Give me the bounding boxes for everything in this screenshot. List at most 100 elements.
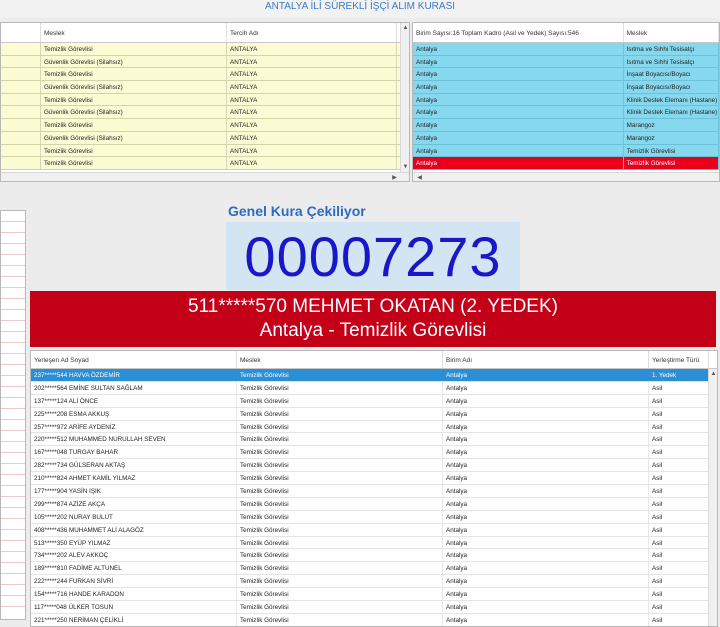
vertical-scrollbar[interactable]: ▲ ▼ (400, 23, 409, 172)
table-row[interactable]: 221*****250 NERİMAN ÇELİKLİ Temizlik Göre… (31, 613, 717, 626)
list-item[interactable] (1, 453, 25, 464)
table-row[interactable]: Güvenlik Görevlisi (Silahsız) ANTALYA (1, 55, 409, 69)
table-row[interactable]: 257*****972 ARİFE AYDENİZ Temizlik Görevl… (31, 420, 717, 434)
table-row[interactable]: 105*****202 NURAY BULUT Temizlik Görevlis… (31, 510, 717, 524)
list-item[interactable] (1, 288, 25, 299)
table-row[interactable]: 299*****874 AZİZE AKÇA Temizlik Görevlisi… (31, 497, 717, 511)
list-item[interactable] (1, 486, 25, 497)
header-meslek[interactable]: Meslek (624, 23, 719, 42)
scroll-up-icon[interactable]: ▲ (709, 371, 717, 377)
list-item[interactable] (1, 563, 25, 574)
header-yerlestirme-turu[interactable]: Yerleştirme Türü (649, 351, 709, 368)
table-row[interactable]: Antalya Isıtma ve Sıhhi Tesisatçı (413, 43, 719, 56)
header-meslek[interactable]: Meslek (237, 351, 443, 368)
table-row[interactable]: Temizlik Görevlisi ANTALYA (1, 157, 409, 170)
table-row[interactable]: Antalya Marangoz (413, 131, 719, 145)
list-item[interactable] (1, 299, 25, 310)
table-row[interactable]: Temizlik Görevlisi ANTALYA (1, 93, 409, 107)
table-row[interactable]: 177*****904 YASİN IŞIK Temizlik Görevlisi… (31, 485, 717, 498)
scroll-up-icon[interactable]: ▲ (401, 25, 409, 31)
list-item[interactable] (1, 398, 25, 409)
list-item[interactable] (1, 376, 25, 387)
side-list-panel[interactable] (0, 210, 26, 620)
table-row[interactable]: Antalya İnşaat Boyacısı/Boyacı (413, 81, 719, 94)
list-item[interactable] (1, 530, 25, 541)
list-item[interactable] (1, 244, 25, 255)
table-row[interactable]: 137*****124 ALİ ÖNCE Temizlik Görevlisi An… (31, 394, 717, 408)
table-row[interactable]: Temizlik Görevlisi ANTALYA (1, 119, 409, 132)
list-item[interactable] (1, 343, 25, 354)
list-item[interactable] (1, 596, 25, 607)
table-row[interactable]: Antalya Temizlik Görevlisi (413, 144, 719, 158)
table-row[interactable]: Temizlik Görevlisi ANTALYA (1, 144, 409, 158)
table-row[interactable]: 408*****436 MUHAMMET ALİ ALAGÖZ Temizlik … (31, 523, 717, 537)
row-selector[interactable] (1, 81, 41, 93)
list-item[interactable] (1, 387, 25, 398)
table-row[interactable]: 220*****512 MUHAMMED NURULLAH SEVEN Temiz… (31, 433, 717, 447)
applicants-grid[interactable]: Meslek Tercih Adı Temizlik Görevlisi ANTA… (0, 22, 410, 182)
list-item[interactable] (1, 464, 25, 475)
list-item[interactable] (1, 585, 25, 596)
table-row[interactable]: Güvenlik Görevlisi (Silahsız) ANTALYA (1, 106, 409, 120)
table-row[interactable]: 189*****810 FADİME ALTUNEL Temizlik Görev… (31, 562, 717, 576)
header-tercih-adi[interactable]: Tercih Adı (227, 23, 397, 42)
table-row[interactable]: 734*****202 ALEV AKKOÇ Temizlik Görevlisi… (31, 549, 717, 563)
list-item[interactable] (1, 475, 25, 486)
units-grid[interactable]: Birim Sayısı:16 Toplam Kadro (Asil ve Ye… (412, 22, 720, 182)
row-selector[interactable] (1, 93, 41, 106)
list-item[interactable] (1, 321, 25, 332)
list-item[interactable] (1, 519, 25, 530)
table-row[interactable]: 117*****048 ÜLKER TOSUN Temizlik Görevlis… (31, 601, 717, 614)
list-item[interactable] (1, 409, 25, 420)
header-meslek[interactable]: Meslek (41, 23, 227, 42)
table-row[interactable]: Antalya Marangoz (413, 119, 719, 132)
list-item[interactable] (1, 431, 25, 442)
list-item[interactable] (1, 255, 25, 266)
table-row[interactable]: 282*****734 GÜLSERAN AKTAŞ Temizlik Görev… (31, 459, 717, 473)
list-item[interactable] (1, 332, 25, 343)
table-row[interactable]: Temizlik Görevlisi ANTALYA (1, 68, 409, 82)
list-item[interactable] (1, 508, 25, 519)
list-item[interactable] (1, 222, 25, 233)
list-item[interactable] (1, 277, 25, 288)
table-row[interactable]: 237*****544 HAVVA ÖZDEMİR Temizlik Görevl… (31, 369, 717, 382)
list-item[interactable] (1, 266, 25, 277)
scroll-right-icon[interactable]: ▶ (390, 174, 399, 181)
list-item[interactable] (1, 233, 25, 244)
table-row[interactable]: 210*****824 AHMET KAMİL YILMAZ Temizlik G… (31, 472, 717, 486)
table-row[interactable]: Antalya Temizlik Görevlisi (413, 157, 719, 170)
header-birim-sayisi[interactable]: Birim Sayısı:16 Toplam Kadro (Asil ve Ye… (413, 23, 624, 42)
horizontal-scrollbar[interactable]: ◀ (413, 172, 719, 181)
scroll-left-icon[interactable]: ◀ (415, 174, 424, 181)
list-item[interactable] (1, 574, 25, 585)
scroll-down-icon[interactable]: ▼ (401, 164, 409, 170)
list-item[interactable] (1, 442, 25, 453)
row-selector[interactable] (1, 144, 41, 157)
list-item[interactable] (1, 552, 25, 563)
vertical-scrollbar[interactable]: ▲ (708, 369, 717, 626)
table-row[interactable]: Antalya İnşaat Boyacısı/Boyacı (413, 68, 719, 82)
table-row[interactable]: Antalya Klinik Destek Elemanı (Hastane) (413, 106, 719, 120)
table-row[interactable]: 513*****350 EYÜP YILMAZ Temizlik Görevlis… (31, 536, 717, 550)
list-item[interactable] (1, 211, 25, 222)
header-birim-adi[interactable]: Birim Adı (443, 351, 649, 368)
table-row[interactable]: Antalya Isıtma ve Sıhhi Tesisatçı (413, 55, 719, 69)
row-selector[interactable] (1, 157, 41, 169)
list-item[interactable] (1, 497, 25, 508)
list-item[interactable] (1, 420, 25, 431)
table-row[interactable]: Güvenlik Görevlisi (Silahsız) ANTALYA (1, 81, 409, 94)
row-selector[interactable] (1, 68, 41, 81)
row-selector[interactable] (1, 55, 41, 68)
row-selector[interactable] (1, 43, 41, 55)
list-item[interactable] (1, 310, 25, 321)
row-selector[interactable] (1, 119, 41, 131)
row-selector[interactable] (1, 106, 41, 119)
table-row[interactable]: Güvenlik Görevlisi (Silahsız) ANTALYA (1, 131, 409, 145)
results-grid[interactable]: Yerleşen Ad Soyad Meslek Birim Adı Yerle… (30, 350, 718, 627)
horizontal-scrollbar[interactable]: ▶ (1, 172, 409, 181)
table-row[interactable]: 154*****716 HANDE KARADON Temizlik Görevl… (31, 588, 717, 602)
table-row[interactable]: Temizlik Görevlisi ANTALYA (1, 43, 409, 56)
list-item[interactable] (1, 541, 25, 552)
table-row[interactable]: 222*****244 FURKAN SİVRİ Temizlik Görevli… (31, 575, 717, 589)
table-row[interactable]: 225*****208 ESMA AKKUŞ Temizlik Görevlisi… (31, 407, 717, 421)
